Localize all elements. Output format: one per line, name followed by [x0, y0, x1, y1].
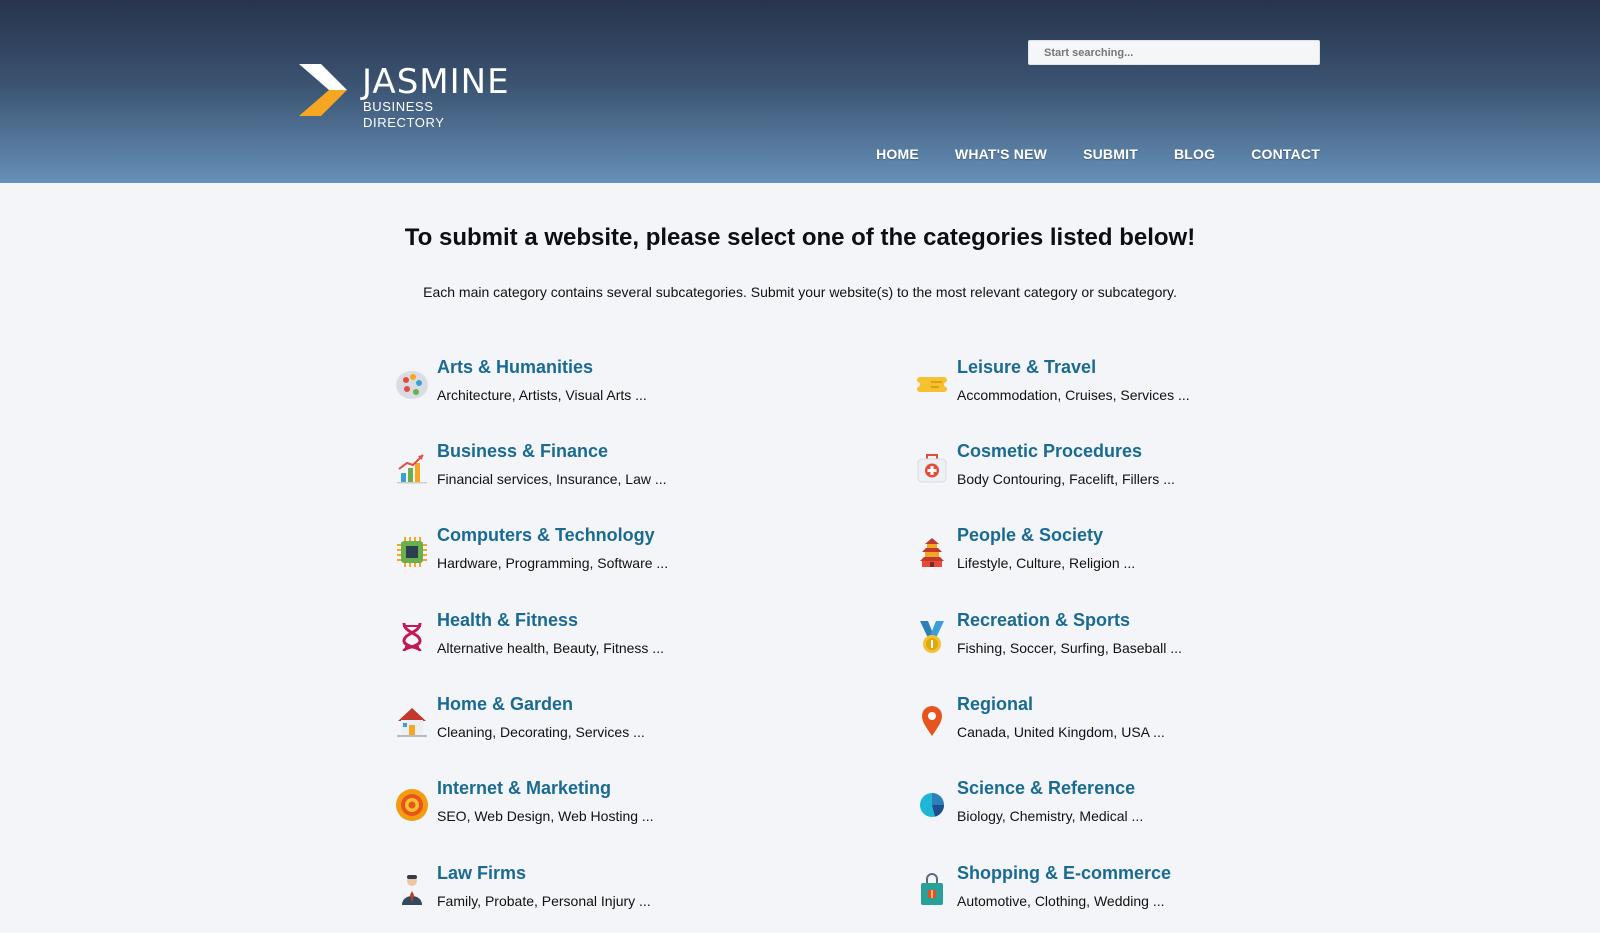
- bar-chart-icon: [397, 454, 427, 484]
- site-header: JASMINE BUSINESS DIRECTORY HOME WHAT'S N…: [0, 0, 1600, 183]
- nav-contact[interactable]: CONTACT: [1251, 146, 1320, 162]
- target-icon: [396, 789, 428, 821]
- shopping-bag-icon: [921, 873, 943, 905]
- category-health-fitness: Health & Fitness Alternative health, Bea…: [395, 610, 825, 680]
- category-people-society: People & Society Lifestyle, Culture, Rel…: [915, 525, 1345, 595]
- map-pin-icon: [922, 706, 942, 736]
- nav-home[interactable]: HOME: [876, 146, 919, 162]
- ticket-icon: [915, 377, 949, 392]
- page-title: To submit a website, please select one o…: [404, 224, 1196, 251]
- category-shopping-ecommerce: Shopping & E-commerce Automotive, Clothi…: [915, 863, 1345, 933]
- category-desc: Cleaning, Decorating, Services ...: [437, 724, 645, 740]
- search-input[interactable]: [1029, 41, 1314, 64]
- category-desc: SEO, Web Design, Web Hosting ...: [437, 808, 654, 824]
- category-computers-technology: Computers & Technology Hardware, Program…: [395, 525, 825, 595]
- first-aid-kit-icon: [917, 454, 947, 483]
- category-link[interactable]: Internet & Marketing: [437, 778, 611, 799]
- category-desc: Biology, Chemistry, Medical ...: [957, 808, 1144, 824]
- category-business-finance: Business & Finance Financial services, I…: [395, 441, 825, 511]
- medal-icon: [920, 621, 944, 653]
- category-regional: Regional Canada, United Kingdom, USA ...: [915, 694, 1345, 764]
- category-desc: Fishing, Soccer, Surfing, Baseball ...: [957, 640, 1182, 656]
- category-desc: Automotive, Clothing, Wedding ...: [957, 893, 1165, 909]
- nav-whats-new[interactable]: WHAT'S NEW: [955, 146, 1047, 162]
- category-link[interactable]: Business & Finance: [437, 441, 608, 462]
- category-arts-humanities: Arts & Humanities Architecture, Artists,…: [395, 357, 825, 427]
- category-science-reference: Science & Reference Biology, Chemistry, …: [915, 778, 1345, 848]
- logo-chevron-icon: [299, 64, 347, 116]
- category-home-garden: Home & Garden Cleaning, Decorating, Serv…: [395, 694, 825, 764]
- palette-icon: [396, 371, 428, 399]
- house-icon: [397, 708, 427, 737]
- site-logo[interactable]: JASMINE BUSINESS DIRECTORY: [299, 58, 519, 130]
- category-desc: Financial services, Insurance, Law ...: [437, 471, 667, 487]
- category-link[interactable]: Leisure & Travel: [957, 357, 1096, 378]
- category-link[interactable]: People & Society: [957, 525, 1103, 546]
- category-link[interactable]: Computers & Technology: [437, 525, 655, 546]
- category-desc: Hardware, Programming, Software ...: [437, 555, 669, 571]
- pie-chart-icon: [920, 793, 944, 817]
- category-link[interactable]: Law Firms: [437, 863, 526, 884]
- nav-submit[interactable]: SUBMIT: [1083, 146, 1138, 162]
- category-link[interactable]: Home & Garden: [437, 694, 573, 715]
- search-box: [1028, 40, 1320, 65]
- category-link[interactable]: Health & Fitness: [437, 610, 578, 631]
- category-link[interactable]: Shopping & E-commerce: [957, 863, 1171, 884]
- nav-blog[interactable]: BLOG: [1174, 146, 1215, 162]
- cpu-chip-icon: [397, 537, 427, 567]
- category-desc: Family, Probate, Personal Injury ...: [437, 893, 651, 909]
- category-law-firms: Law Firms Family, Probate, Personal Inju…: [395, 863, 825, 933]
- category-internet-marketing: Internet & Marketing SEO, Web Design, We…: [395, 778, 825, 848]
- category-link[interactable]: Science & Reference: [957, 778, 1135, 799]
- pagoda-icon: [920, 538, 944, 567]
- category-desc: Canada, United Kingdom, USA ...: [957, 724, 1165, 740]
- dna-icon: [402, 622, 422, 652]
- category-link[interactable]: Cosmetic Procedures: [957, 441, 1142, 462]
- main-nav: HOME WHAT'S NEW SUBMIT BLOG CONTACT: [876, 146, 1320, 162]
- category-desc: Body Contouring, Facelift, Fillers ...: [957, 471, 1175, 487]
- category-desc: Accommodation, Cruises, Services ...: [957, 387, 1190, 403]
- category-cosmetic-procedures: Cosmetic Procedures Body Contouring, Fac…: [915, 441, 1345, 511]
- lawyer-icon: [402, 875, 422, 905]
- logo-title: JASMINE: [362, 62, 510, 102]
- category-recreation-sports: Recreation & Sports Fishing, Soccer, Sur…: [915, 610, 1345, 680]
- category-leisure-travel: Leisure & Travel Accommodation, Cruises,…: [915, 357, 1345, 427]
- category-link[interactable]: Regional: [957, 694, 1033, 715]
- category-link[interactable]: Arts & Humanities: [437, 357, 593, 378]
- logo-subtitle: BUSINESS DIRECTORY: [363, 99, 445, 130]
- category-desc: Architecture, Artists, Visual Arts ...: [437, 387, 647, 403]
- category-desc: Alternative health, Beauty, Fitness ...: [437, 640, 664, 656]
- category-desc: Lifestyle, Culture, Religion ...: [957, 555, 1136, 571]
- page-subtitle: Each main category contains several subc…: [423, 284, 1177, 300]
- category-link[interactable]: Recreation & Sports: [957, 610, 1130, 631]
